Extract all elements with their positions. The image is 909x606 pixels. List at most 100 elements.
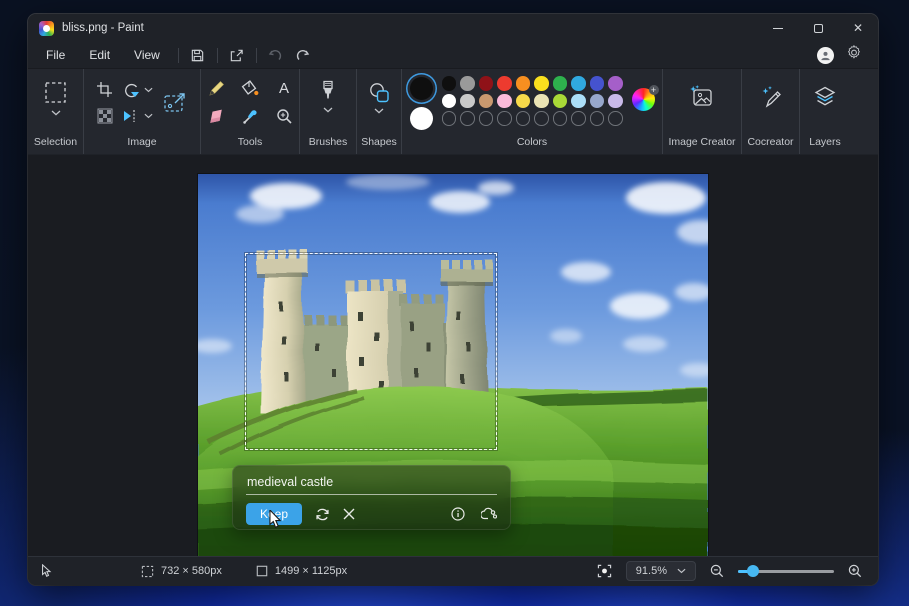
selection-size-icon bbox=[141, 565, 154, 578]
color-swatch[interactable] bbox=[479, 94, 494, 109]
color-swatch[interactable] bbox=[534, 94, 549, 109]
color-swatch[interactable] bbox=[553, 94, 568, 109]
color-swatch[interactable] bbox=[442, 76, 457, 91]
cocreator-icon[interactable] bbox=[759, 85, 783, 109]
close-button[interactable]: ✕ bbox=[838, 14, 878, 42]
pencil-icon[interactable] bbox=[207, 80, 225, 97]
shapes-icon[interactable] bbox=[367, 82, 391, 104]
menu-file[interactable]: File bbox=[34, 44, 77, 66]
color-swatch[interactable] bbox=[460, 76, 475, 91]
secondary-color-swatch[interactable] bbox=[410, 107, 433, 130]
divider bbox=[256, 48, 257, 63]
color-swatch[interactable] bbox=[516, 94, 531, 109]
canvas-size-icon bbox=[256, 565, 268, 577]
canvas[interactable]: Keep bbox=[198, 174, 708, 557]
color-swatch[interactable] bbox=[460, 94, 475, 109]
section-label: Tools bbox=[238, 136, 263, 154]
color-swatch[interactable] bbox=[479, 111, 494, 126]
color-swatch[interactable] bbox=[534, 111, 549, 126]
color-swatch[interactable] bbox=[571, 94, 586, 109]
color-swatch[interactable] bbox=[460, 111, 475, 126]
plus-icon: + bbox=[649, 85, 659, 95]
background-remove-icon[interactable] bbox=[96, 108, 113, 124]
zoom-out-icon[interactable] bbox=[710, 564, 724, 578]
menu-view[interactable]: View bbox=[122, 44, 172, 66]
regenerate-icon[interactable] bbox=[315, 507, 330, 522]
section-label: Image bbox=[127, 136, 156, 154]
flip-icon[interactable] bbox=[122, 108, 140, 124]
mouse-cursor bbox=[268, 510, 283, 530]
feedback-icon[interactable] bbox=[481, 507, 497, 521]
fill-bucket-icon[interactable] bbox=[241, 80, 259, 97]
color-swatch[interactable] bbox=[516, 111, 531, 126]
text-tool-icon[interactable]: A bbox=[275, 80, 293, 97]
magnifier-icon[interactable] bbox=[275, 108, 293, 125]
section-shapes: Shapes bbox=[357, 69, 402, 154]
pointer-icon bbox=[41, 564, 52, 578]
color-swatch[interactable] bbox=[608, 76, 623, 91]
color-swatch[interactable] bbox=[590, 111, 605, 126]
color-swatch[interactable] bbox=[590, 94, 605, 109]
color-swatch[interactable] bbox=[534, 76, 549, 91]
info-icon[interactable] bbox=[451, 507, 465, 521]
color-swatch[interactable] bbox=[571, 111, 586, 126]
selection-size-indicator: 732 × 580px bbox=[141, 565, 222, 578]
settings-gear-icon[interactable] bbox=[846, 45, 862, 66]
color-swatch[interactable] bbox=[553, 111, 568, 126]
redo-icon[interactable] bbox=[289, 44, 315, 66]
section-label: Layers bbox=[809, 136, 841, 154]
color-swatch[interactable] bbox=[497, 76, 512, 91]
zoom-in-icon[interactable] bbox=[848, 564, 862, 578]
paint-app-icon bbox=[39, 21, 54, 36]
rectangle-select-icon[interactable] bbox=[42, 79, 69, 106]
eyedropper-icon[interactable] bbox=[241, 108, 259, 125]
discard-icon[interactable] bbox=[343, 508, 355, 520]
color-swatch[interactable] bbox=[479, 76, 494, 91]
crop-icon[interactable] bbox=[96, 81, 113, 98]
color-swatch[interactable] bbox=[497, 111, 512, 126]
layers-icon[interactable] bbox=[813, 85, 837, 109]
prompt-input[interactable] bbox=[246, 473, 497, 495]
fit-to-screen-icon[interactable] bbox=[597, 564, 612, 578]
edit-colors-button[interactable]: + bbox=[632, 88, 655, 111]
zoom-slider[interactable] bbox=[738, 570, 834, 573]
color-swatch[interactable] bbox=[590, 76, 605, 91]
color-swatch[interactable] bbox=[497, 94, 512, 109]
resize-image-icon[interactable] bbox=[162, 90, 188, 116]
chevron-down-icon[interactable] bbox=[144, 87, 153, 93]
divider bbox=[178, 48, 179, 63]
section-selection: Selection bbox=[28, 69, 84, 154]
zoom-level-dropdown[interactable]: 91.5% bbox=[626, 561, 696, 581]
chevron-down-icon[interactable] bbox=[51, 110, 61, 116]
minimize-button[interactable] bbox=[758, 14, 798, 42]
section-label: Colors bbox=[517, 136, 547, 154]
undo-icon[interactable] bbox=[263, 44, 289, 66]
color-swatch[interactable] bbox=[516, 76, 531, 91]
account-avatar-icon[interactable] bbox=[817, 47, 834, 64]
chevron-down-icon[interactable] bbox=[144, 113, 153, 119]
chevron-down-icon[interactable] bbox=[323, 107, 333, 113]
color-swatch[interactable] bbox=[553, 76, 568, 91]
color-swatch[interactable] bbox=[442, 111, 457, 126]
color-swatch[interactable] bbox=[571, 76, 586, 91]
palette-row bbox=[442, 76, 623, 91]
color-swatch[interactable] bbox=[608, 94, 623, 109]
section-cocreator: Cocreator bbox=[742, 69, 800, 154]
maximize-button[interactable] bbox=[798, 14, 838, 42]
statusbar: 732 × 580px 1499 × 1125px 91.5% bbox=[28, 556, 878, 585]
selection-size-value: 732 × 580px bbox=[161, 565, 222, 577]
color-swatch[interactable] bbox=[608, 111, 623, 126]
canvas-size-indicator: 1499 × 1125px bbox=[256, 565, 347, 577]
rotate-icon[interactable] bbox=[122, 82, 140, 98]
selection-rectangle[interactable] bbox=[245, 253, 497, 450]
color-swatch[interactable] bbox=[442, 94, 457, 109]
image-creator-icon[interactable] bbox=[689, 85, 715, 109]
brush-icon[interactable] bbox=[320, 80, 336, 104]
save-icon[interactable] bbox=[185, 44, 211, 66]
share-icon[interactable] bbox=[224, 44, 250, 66]
primary-color-swatch[interactable] bbox=[410, 77, 433, 100]
zoom-slider-thumb[interactable] bbox=[747, 565, 759, 577]
chevron-down-icon[interactable] bbox=[374, 108, 384, 114]
eraser-icon[interactable] bbox=[207, 108, 225, 125]
menu-edit[interactable]: Edit bbox=[77, 44, 122, 66]
